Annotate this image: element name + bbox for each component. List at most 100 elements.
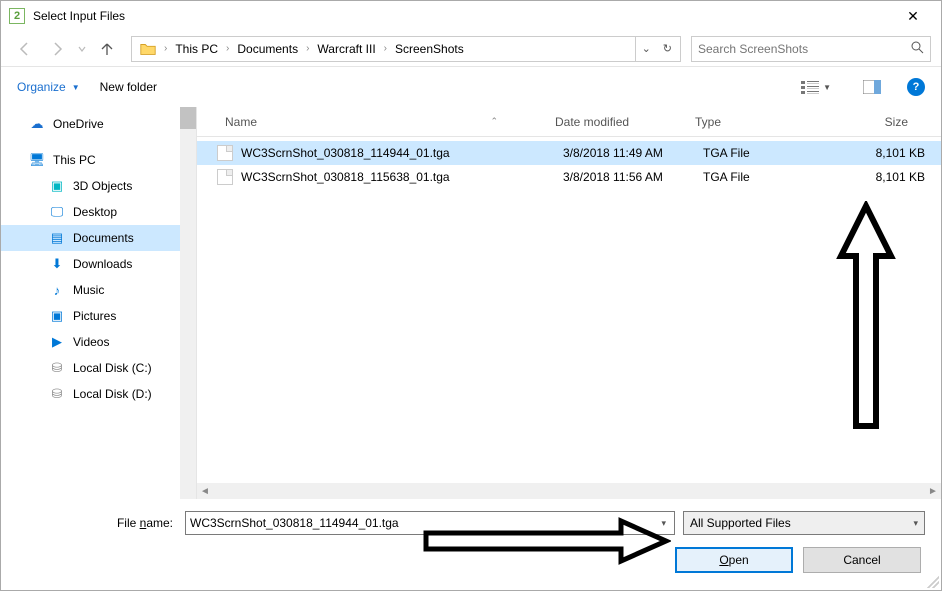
recent-dropdown[interactable] [75,35,89,63]
preview-pane-icon [863,80,881,94]
close-button[interactable]: ✕ [893,1,933,31]
tree-label: Desktop [73,205,117,219]
column-headers: Name ⌃ Date modified Type Size [197,107,941,137]
new-folder-button[interactable]: New folder [100,80,157,94]
chevron-down-icon[interactable]: ▾ [657,518,670,529]
arrow-right-icon [49,41,65,57]
tree-label: Videos [73,335,109,349]
details-view-icon [801,80,819,94]
crumb-screenshots[interactable]: ScreenShots [389,37,470,61]
tree-videos[interactable]: ▶ Videos [1,329,196,355]
open-button[interactable]: Open [675,547,793,573]
chevron-right-icon: › [224,43,231,54]
bottom-panel: File name: ▾ All Supported Files ▾ Open … [1,499,941,573]
videos-icon: ▶ [49,334,65,350]
chevron-right-icon: › [382,43,389,54]
search-icon[interactable] [910,40,924,57]
file-icon [217,169,233,185]
window-title: Select Input Files [33,9,893,23]
organize-menu[interactable]: Organize ▼ [17,80,80,94]
sidebar-scroll-thumb[interactable] [180,107,196,129]
folder-icon [138,39,158,59]
tree-label: Documents [73,231,134,245]
column-name[interactable]: Name ⌃ [217,107,547,136]
nav-bar: › This PC › Documents › Warcraft III › S… [1,31,941,67]
forward-button[interactable] [43,35,71,63]
tree-label: Local Disk (D:) [73,387,152,401]
tree-label: Music [73,283,104,297]
file-date: 3/8/2018 11:49 AM [563,146,703,160]
search-input[interactable] [698,42,910,56]
file-row[interactable]: WC3ScrnShot_030818_115638_01.tga 3/8/201… [197,165,941,189]
tree-onedrive[interactable]: ☁ OneDrive [1,111,196,137]
3d-objects-icon: ▣ [49,178,65,194]
horizontal-scrollbar[interactable]: ◄ ► [197,483,941,499]
file-name: WC3ScrnShot_030818_114944_01.tga [241,146,563,160]
sort-asc-icon: ⌃ [490,116,498,127]
file-list: WC3ScrnShot_030818_114944_01.tga 3/8/201… [197,137,941,483]
pc-icon: 🖥 [29,152,45,168]
arrow-left-icon [17,41,33,57]
crumb-this-pc[interactable]: This PC [169,37,224,61]
chevron-down-icon: ▼ [823,83,831,92]
filename-input[interactable] [190,516,657,530]
tree-3d-objects[interactable]: ▣ 3D Objects [1,173,196,199]
sidebar-scrollbar[interactable] [180,107,196,499]
refresh-button[interactable]: ↻ [657,42,678,55]
chevron-right-icon: › [162,43,169,54]
pictures-icon: ▣ [49,308,65,324]
chevron-down-icon [78,45,86,53]
app-icon: 2 [9,8,25,24]
help-button[interactable]: ? [907,78,925,96]
disk-icon: ⛁ [49,360,65,376]
file-size: 8,101 KB [843,170,933,184]
titlebar: 2 Select Input Files ✕ [1,1,941,31]
chevron-down-icon: ▾ [913,518,918,529]
file-filter-dropdown[interactable]: All Supported Files ▾ [683,511,925,535]
column-type[interactable]: Type [687,107,827,136]
file-date: 3/8/2018 11:56 AM [563,170,703,184]
tree-disk-c[interactable]: ⛁ Local Disk (C:) [1,355,196,381]
up-button[interactable] [93,35,121,63]
file-type: TGA File [703,146,843,160]
file-name: WC3ScrnShot_030818_115638_01.tga [241,170,563,184]
search-box[interactable] [691,36,931,62]
filename-combobox[interactable]: ▾ [185,511,675,535]
scroll-right-icon[interactable]: ► [925,483,941,499]
crumb-documents[interactable]: Documents [231,37,304,61]
downloads-icon: ⬇ [49,256,65,272]
navigation-tree: ☁ OneDrive 🖥 This PC ▣ 3D Objects 🖵 Desk… [1,107,197,499]
column-size[interactable]: Size [827,107,917,136]
tree-downloads[interactable]: ⬇ Downloads [1,251,196,277]
tree-label: Pictures [73,309,116,323]
view-mode-button[interactable]: ▼ [795,76,837,98]
disk-icon: ⛁ [49,386,65,402]
file-row[interactable]: WC3ScrnShot_030818_114944_01.tga 3/8/201… [197,141,941,165]
documents-icon: ▤ [49,230,65,246]
tree-label: 3D Objects [73,179,132,193]
tree-this-pc[interactable]: 🖥 This PC [1,147,196,173]
breadcrumb[interactable]: › This PC › Documents › Warcraft III › S… [131,36,681,62]
preview-pane-button[interactable] [857,76,887,98]
file-type: TGA File [703,170,843,184]
cancel-button[interactable]: Cancel [803,547,921,573]
breadcrumb-dropdown[interactable]: ⌄ [636,42,657,55]
tree-documents[interactable]: ▤ Documents [1,225,196,251]
resize-grip[interactable] [927,576,939,588]
back-button[interactable] [11,35,39,63]
tree-pictures[interactable]: ▣ Pictures [1,303,196,329]
file-pane: Name ⌃ Date modified Type Size WC3ScrnSh… [197,107,941,499]
chevron-right-icon: › [304,43,311,54]
file-size: 8,101 KB [843,146,933,160]
tree-label: OneDrive [53,117,104,131]
scroll-left-icon[interactable]: ◄ [197,483,213,499]
tree-desktop[interactable]: 🖵 Desktop [1,199,196,225]
column-date[interactable]: Date modified [547,107,687,136]
tree-label: This PC [53,153,96,167]
file-icon [217,145,233,161]
filter-label: All Supported Files [690,516,791,530]
music-icon: ♪ [49,282,65,298]
crumb-warcraft[interactable]: Warcraft III [311,37,381,61]
tree-music[interactable]: ♪ Music [1,277,196,303]
tree-disk-d[interactable]: ⛁ Local Disk (D:) [1,381,196,407]
